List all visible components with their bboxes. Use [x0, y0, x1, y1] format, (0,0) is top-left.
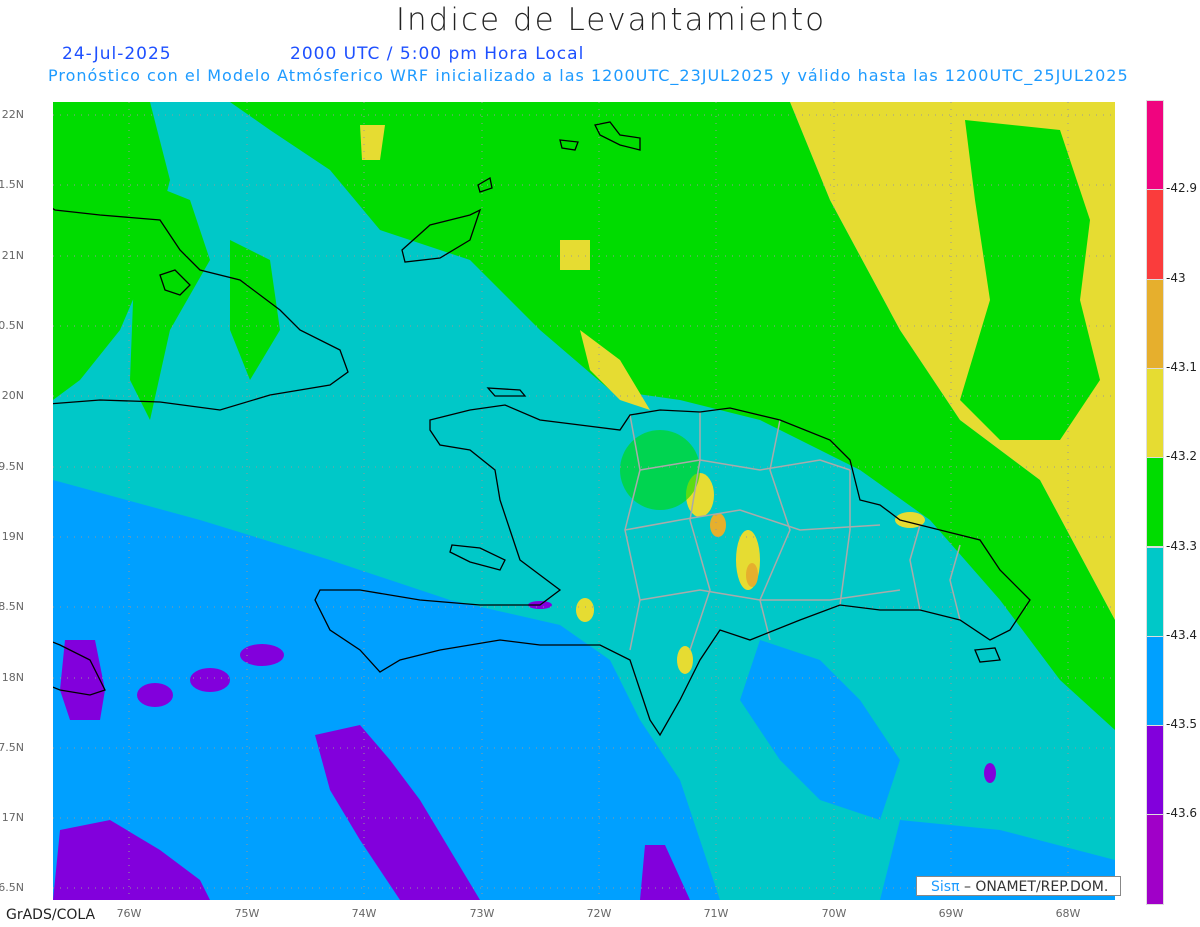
colorbar-swatch — [1146, 189, 1164, 280]
colorbar-label: -43.2 — [1166, 449, 1198, 464]
grads-footer: GrADS/COLA — [6, 907, 96, 923]
colorbar-swatch — [1146, 546, 1164, 637]
lat-label: 19N — [1, 530, 24, 543]
lat-label: 21N — [1, 249, 24, 262]
colorbar-label: -42.9 — [1166, 181, 1198, 196]
lat-label: 1.5N — [0, 178, 24, 191]
lat-label: 7.5N — [0, 741, 24, 754]
lon-label: 76W — [116, 907, 142, 920]
colorbar-swatch — [1146, 635, 1164, 727]
colorbar-swatch — [1146, 367, 1164, 459]
lat-label: 17N — [1, 811, 24, 824]
colorbar-label: -43.1 — [1166, 359, 1198, 374]
lat-label: 9.5N — [0, 460, 24, 473]
lon-label: 74W — [351, 907, 377, 920]
credit-box: Sisπ – ONAMET/REP.DOM. — [916, 876, 1121, 896]
lon-label: 75W — [234, 907, 260, 920]
lon-label: 70W — [821, 907, 847, 920]
lifted-index-map — [53, 102, 1115, 900]
colorbar-label: -43 — [1166, 270, 1186, 285]
lon-label: 68W — [1055, 907, 1081, 920]
lat-label: 8.5N — [0, 600, 24, 613]
colorbar-swatch — [1146, 725, 1164, 816]
colorbar-swatch — [1146, 814, 1164, 905]
colorbar-swatch — [1146, 457, 1164, 548]
colorbar-swatch — [1146, 100, 1164, 191]
credit-text: – ONAMET/REP.DOM. — [963, 879, 1109, 895]
colorbar-label: -43.3 — [1166, 538, 1198, 553]
lat-label: 0.5N — [0, 319, 24, 332]
colorbar-label: -43.4 — [1166, 627, 1198, 642]
lat-label: 20N — [1, 389, 24, 402]
colorbar-label: -43.5 — [1166, 717, 1198, 732]
colorbar-label: -43.6 — [1166, 806, 1198, 821]
lat-label: 18N — [1, 671, 24, 684]
colorbar-swatch — [1146, 278, 1164, 369]
lon-label: 72W — [586, 907, 612, 920]
lon-label: 73W — [469, 907, 495, 920]
lat-label: 22N — [1, 108, 24, 121]
lon-label: 69W — [938, 907, 964, 920]
lon-label: 71W — [703, 907, 729, 920]
lat-label: 6.5N — [0, 881, 24, 894]
credit-brand: Sisπ — [931, 879, 960, 895]
